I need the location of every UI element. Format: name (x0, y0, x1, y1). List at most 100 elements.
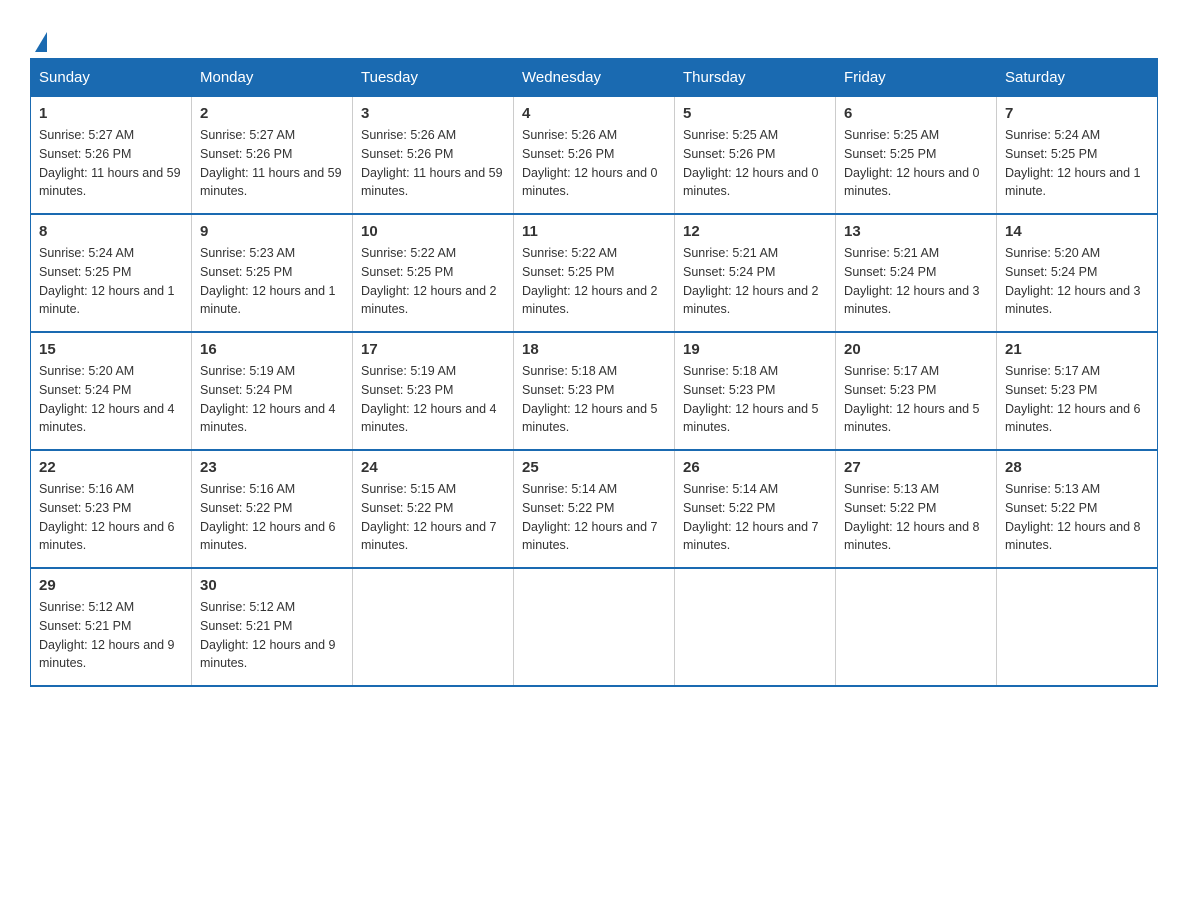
calendar-cell: 8 Sunrise: 5:24 AMSunset: 5:25 PMDaylight… (31, 214, 192, 332)
calendar-cell: 17Sunrise: 5:19 AMSunset: 5:23 PMDayligh… (353, 332, 514, 450)
calendar-cell: 13 Sunrise: 5:21 AMSunset: 5:24 PMDayligh… (836, 214, 997, 332)
day-info: Sunrise: 5:21 AMSunset: 5:24 PMDaylight:… (683, 244, 827, 319)
day-number: 25 (522, 459, 666, 476)
calendar-cell: 14Sunrise: 5:20 AMSunset: 5:24 PMDayligh… (997, 214, 1158, 332)
day-info: Sunrise: 5:20 AMSunset: 5:24 PMDaylight:… (39, 362, 183, 437)
calendar-cell (836, 568, 997, 686)
day-info: Sunrise: 5:18 AMSunset: 5:23 PMDaylight:… (683, 362, 827, 437)
logo-triangle-icon (35, 32, 47, 52)
day-number: 19 (683, 341, 827, 358)
calendar-cell: 20 Sunrise: 5:17 AMSunset: 5:23 PMDayligh… (836, 332, 997, 450)
day-number: 21 (1005, 341, 1149, 358)
day-number: 13 (844, 223, 988, 240)
calendar-cell: 2 Sunrise: 5:27 AMSunset: 5:26 PMDaylight… (192, 97, 353, 215)
calendar-cell: 6 Sunrise: 5:25 AMSunset: 5:25 PMDaylight… (836, 97, 997, 215)
day-info: Sunrise: 5:16 AMSunset: 5:23 PMDaylight:… (39, 480, 183, 555)
day-info: Sunrise: 5:25 AMSunset: 5:26 PMDaylight:… (683, 126, 827, 201)
day-info: Sunrise: 5:26 AMSunset: 5:26 PMDaylight:… (522, 126, 666, 201)
day-info: Sunrise: 5:15 AMSunset: 5:22 PMDaylight:… (361, 480, 505, 555)
day-info: Sunrise: 5:12 AMSunset: 5:21 PMDaylight:… (200, 598, 344, 673)
day-number: 10 (361, 223, 505, 240)
day-number: 24 (361, 459, 505, 476)
weekday-header-sunday: Sunday (31, 59, 192, 97)
page-header (30, 20, 1158, 48)
day-number: 15 (39, 341, 183, 358)
day-number: 28 (1005, 459, 1149, 476)
day-number: 12 (683, 223, 827, 240)
weekday-header-wednesday: Wednesday (514, 59, 675, 97)
weekday-header-row: SundayMondayTuesdayWednesdayThursdayFrid… (31, 59, 1158, 97)
calendar-cell: 11Sunrise: 5:22 AMSunset: 5:25 PMDayligh… (514, 214, 675, 332)
logo (30, 30, 47, 48)
weekday-header-thursday: Thursday (675, 59, 836, 97)
day-info: Sunrise: 5:21 AMSunset: 5:24 PMDaylight:… (844, 244, 988, 319)
day-number: 26 (683, 459, 827, 476)
calendar-cell (353, 568, 514, 686)
day-info: Sunrise: 5:18 AMSunset: 5:23 PMDaylight:… (522, 362, 666, 437)
calendar-cell: 29 Sunrise: 5:12 AMSunset: 5:21 PMDayligh… (31, 568, 192, 686)
weekday-header-saturday: Saturday (997, 59, 1158, 97)
calendar-week-row: 15 Sunrise: 5:20 AMSunset: 5:24 PMDayligh… (31, 332, 1158, 450)
calendar-cell: 28Sunrise: 5:13 AMSunset: 5:22 PMDayligh… (997, 450, 1158, 568)
day-number: 22 (39, 459, 183, 476)
calendar-cell: 12 Sunrise: 5:21 AMSunset: 5:24 PMDayligh… (675, 214, 836, 332)
day-info: Sunrise: 5:24 AMSunset: 5:25 PMDaylight:… (1005, 126, 1149, 201)
calendar-week-row: 22 Sunrise: 5:16 AMSunset: 5:23 PMDayligh… (31, 450, 1158, 568)
calendar-week-row: 8 Sunrise: 5:24 AMSunset: 5:25 PMDaylight… (31, 214, 1158, 332)
calendar-cell: 24 Sunrise: 5:15 AMSunset: 5:22 PMDayligh… (353, 450, 514, 568)
day-number: 27 (844, 459, 988, 476)
day-info: Sunrise: 5:20 AMSunset: 5:24 PMDaylight:… (1005, 244, 1149, 319)
calendar-cell: 19 Sunrise: 5:18 AMSunset: 5:23 PMDayligh… (675, 332, 836, 450)
calendar-week-row: 1 Sunrise: 5:27 AMSunset: 5:26 PMDaylight… (31, 97, 1158, 215)
weekday-header-monday: Monday (192, 59, 353, 97)
day-number: 29 (39, 577, 183, 594)
calendar-cell: 18 Sunrise: 5:18 AMSunset: 5:23 PMDayligh… (514, 332, 675, 450)
day-number: 4 (522, 105, 666, 122)
day-info: Sunrise: 5:17 AMSunset: 5:23 PMDaylight:… (844, 362, 988, 437)
calendar-cell: 25 Sunrise: 5:14 AMSunset: 5:22 PMDayligh… (514, 450, 675, 568)
day-info: Sunrise: 5:12 AMSunset: 5:21 PMDaylight:… (39, 598, 183, 673)
calendar-cell: 16Sunrise: 5:19 AMSunset: 5:24 PMDayligh… (192, 332, 353, 450)
logo-general-text (30, 30, 47, 50)
day-info: Sunrise: 5:27 AMSunset: 5:26 PMDaylight:… (200, 126, 344, 201)
day-info: Sunrise: 5:24 AMSunset: 5:25 PMDaylight:… (39, 244, 183, 319)
day-info: Sunrise: 5:14 AMSunset: 5:22 PMDaylight:… (522, 480, 666, 555)
calendar-cell: 10 Sunrise: 5:22 AMSunset: 5:25 PMDayligh… (353, 214, 514, 332)
calendar-cell: 3Sunrise: 5:26 AMSunset: 5:26 PMDaylight… (353, 97, 514, 215)
calendar-cell: 22 Sunrise: 5:16 AMSunset: 5:23 PMDayligh… (31, 450, 192, 568)
calendar-week-row: 29 Sunrise: 5:12 AMSunset: 5:21 PMDayligh… (31, 568, 1158, 686)
day-info: Sunrise: 5:14 AMSunset: 5:22 PMDaylight:… (683, 480, 827, 555)
day-info: Sunrise: 5:23 AMSunset: 5:25 PMDaylight:… (200, 244, 344, 319)
weekday-header-tuesday: Tuesday (353, 59, 514, 97)
day-number: 18 (522, 341, 666, 358)
day-number: 23 (200, 459, 344, 476)
day-info: Sunrise: 5:13 AMSunset: 5:22 PMDaylight:… (844, 480, 988, 555)
calendar-cell: 30 Sunrise: 5:12 AMSunset: 5:21 PMDayligh… (192, 568, 353, 686)
day-number: 2 (200, 105, 344, 122)
day-number: 11 (522, 223, 666, 240)
day-info: Sunrise: 5:19 AMSunset: 5:24 PMDaylight:… (200, 362, 344, 437)
day-info: Sunrise: 5:25 AMSunset: 5:25 PMDaylight:… (844, 126, 988, 201)
weekday-header-friday: Friday (836, 59, 997, 97)
day-number: 9 (200, 223, 344, 240)
calendar-cell: 27 Sunrise: 5:13 AMSunset: 5:22 PMDayligh… (836, 450, 997, 568)
day-info: Sunrise: 5:22 AMSunset: 5:25 PMDaylight:… (361, 244, 505, 319)
day-number: 20 (844, 341, 988, 358)
day-info: Sunrise: 5:16 AMSunset: 5:22 PMDaylight:… (200, 480, 344, 555)
day-number: 8 (39, 223, 183, 240)
calendar-cell: 26 Sunrise: 5:14 AMSunset: 5:22 PMDayligh… (675, 450, 836, 568)
day-number: 6 (844, 105, 988, 122)
calendar-cell: 5Sunrise: 5:25 AMSunset: 5:26 PMDaylight… (675, 97, 836, 215)
calendar-cell: 21Sunrise: 5:17 AMSunset: 5:23 PMDayligh… (997, 332, 1158, 450)
calendar-cell: 7 Sunrise: 5:24 AMSunset: 5:25 PMDaylight… (997, 97, 1158, 215)
day-number: 17 (361, 341, 505, 358)
day-number: 7 (1005, 105, 1149, 122)
calendar-cell: 15 Sunrise: 5:20 AMSunset: 5:24 PMDayligh… (31, 332, 192, 450)
calendar-cell: 23 Sunrise: 5:16 AMSunset: 5:22 PMDayligh… (192, 450, 353, 568)
calendar-table: SundayMondayTuesdayWednesdayThursdayFrid… (30, 58, 1158, 687)
calendar-cell (514, 568, 675, 686)
calendar-cell: 4 Sunrise: 5:26 AMSunset: 5:26 PMDaylight… (514, 97, 675, 215)
day-number: 1 (39, 105, 183, 122)
day-number: 30 (200, 577, 344, 594)
day-info: Sunrise: 5:27 AMSunset: 5:26 PMDaylight:… (39, 126, 183, 201)
